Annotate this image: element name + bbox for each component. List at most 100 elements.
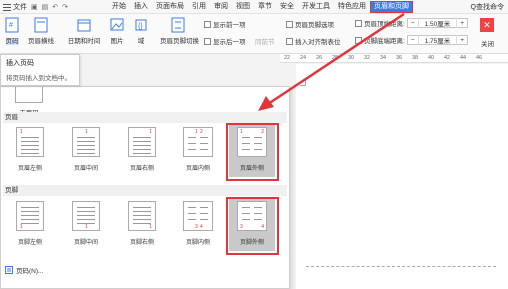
tooltip-title: 插入页码 xyxy=(6,60,34,67)
margin-corner xyxy=(300,80,306,86)
options-icon xyxy=(286,20,293,28)
ruler-mark: 36 xyxy=(396,55,403,61)
no-page-number-thumb xyxy=(15,87,43,103)
footer-right-option[interactable]: 1 页脚右侧 xyxy=(125,201,159,246)
footer-left-thumb: 1 xyxy=(16,201,44,231)
footer-bottom-distance-stepper[interactable]: − 1.75厘米 + xyxy=(406,35,469,45)
insert-align-tab-button[interactable]: 插入对齐制表位 xyxy=(286,36,341,46)
ruler-mark: 38 xyxy=(412,55,419,61)
tab-sections[interactable]: 章节 xyxy=(254,0,276,14)
switch-header-footer-button[interactable]: 页眉页脚切换 xyxy=(160,17,199,45)
ruler-mark: 40 xyxy=(428,55,435,61)
page-number-dropdown: 无页码 页眉 1 页眉左侧 1 页眉中间 1 页眉右侧 1 2 页眉内侧 xyxy=(0,86,290,289)
footer-left-option[interactable]: 1 页脚左侧 xyxy=(13,201,47,246)
decrease-icon[interactable]: − xyxy=(408,37,418,44)
align-tab-icon xyxy=(286,37,293,45)
page-number-more-button[interactable]: 页码(N)... xyxy=(5,265,43,275)
tooltip: 插入页码 将页码插入到文档中。 xyxy=(0,54,80,86)
tab-review[interactable]: 审阅 xyxy=(210,0,232,14)
footer-right-thumb: 1 xyxy=(128,201,156,231)
picture-icon xyxy=(110,18,124,31)
ruler-mark: 44 xyxy=(460,55,467,61)
header-distance-icon xyxy=(355,19,362,27)
field-icon: {} xyxy=(135,19,147,31)
footer-bottom-distance-value[interactable]: 1.75厘米 xyxy=(417,35,458,45)
field-button[interactable]: {} 域 xyxy=(134,17,148,45)
picture-button[interactable]: 图片 xyxy=(106,17,128,45)
date-time-button[interactable]: 日期和时间 xyxy=(66,17,102,45)
header-inside-thumb: 1 2 xyxy=(183,127,213,157)
header-right-option[interactable]: 1 页眉右侧 xyxy=(125,127,159,172)
tab-features[interactable]: 特色应用 xyxy=(334,0,370,14)
header-center-option[interactable]: 1 页眉中间 xyxy=(69,127,103,172)
tab-references[interactable]: 引用 xyxy=(188,0,210,14)
show-next-button[interactable]: 显示后一项 xyxy=(204,36,246,46)
tab-insert[interactable]: 插入 xyxy=(130,0,152,14)
header-left-thumb: 1 xyxy=(16,127,44,157)
close-button[interactable]: 关闭 xyxy=(481,38,494,48)
tab-security[interactable]: 安全 xyxy=(276,0,298,14)
ruler-mark: 34 xyxy=(380,55,387,61)
header-footer-options-button[interactable]: 页眉页脚选项 xyxy=(286,19,334,29)
header-top-distance-stepper[interactable]: − 1.50厘米 + xyxy=(406,18,469,28)
header-right-thumb: 1 xyxy=(128,127,156,157)
header-line-button[interactable]: 页眉横线 xyxy=(26,17,56,45)
page-number-icon: # xyxy=(5,17,19,33)
same-as-prev-button[interactable]: 同前节 xyxy=(255,36,275,46)
svg-text:#: # xyxy=(9,22,13,29)
svg-text:{}: {} xyxy=(138,23,143,30)
tab-page-layout[interactable]: 页面布局 xyxy=(152,0,188,14)
footer-outside-highlight xyxy=(226,197,279,255)
show-prev-icon xyxy=(204,20,211,28)
ruler-mark: 46 xyxy=(476,55,483,61)
header-top-distance: 页眉顶端距离: − 1.50厘米 + xyxy=(355,18,469,28)
page-number-dialog-icon xyxy=(5,266,13,274)
footer-section-title: 页脚 xyxy=(3,185,287,196)
ruler-mark: 32 xyxy=(364,55,371,61)
show-prev-button[interactable]: 显示前一项 xyxy=(204,19,246,29)
footer-center-thumb: 1 xyxy=(72,201,100,231)
header-section-title: 页眉 xyxy=(3,112,287,123)
footer-center-option[interactable]: 1 页脚中间 xyxy=(69,201,103,246)
switch-icon xyxy=(171,17,185,33)
search-command[interactable]: Q查找命令 xyxy=(471,2,504,12)
print-icon[interactable]: ▤ xyxy=(42,3,49,11)
tab-home[interactable]: 开始 xyxy=(108,0,130,14)
calendar-icon xyxy=(77,19,91,32)
show-next-icon xyxy=(204,37,211,45)
save-icon[interactable]: ▣ xyxy=(31,3,38,11)
document-page[interactable] xyxy=(296,64,508,289)
quick-access: ▣ ▤ ↶ ↷ xyxy=(31,3,68,11)
increase-icon[interactable]: + xyxy=(457,37,467,44)
tab-view[interactable]: 视图 xyxy=(232,0,254,14)
file-label: 文件 xyxy=(13,3,27,11)
header-inside-option[interactable]: 1 2 页眉内侧 xyxy=(181,127,215,172)
tab-header-footer[interactable]: 页眉和页脚 xyxy=(370,0,413,13)
tab-developer[interactable]: 开发工具 xyxy=(298,0,334,14)
page-number-button[interactable]: # 页码 xyxy=(2,17,22,45)
header-center-thumb: 1 xyxy=(72,127,100,157)
ruler-mark: 42 xyxy=(444,55,451,61)
increase-icon[interactable]: + xyxy=(457,20,467,27)
ruler-mark: 22 xyxy=(284,55,291,61)
decrease-icon[interactable]: − xyxy=(408,20,418,27)
header-top-distance-value[interactable]: 1.50厘米 xyxy=(417,18,458,28)
menu-icon xyxy=(3,3,11,11)
menu-bar: 文件 ▣ ▤ ↶ ↷ 开始 插入 页面布局 引用 审阅 视图 章节 安全 开发工… xyxy=(0,0,508,14)
footer-inside-thumb: 3 4 xyxy=(183,201,213,231)
header-outside-highlight xyxy=(226,123,279,181)
header-left-option[interactable]: 1 页眉左侧 xyxy=(13,127,47,172)
footer-bottom-distance: 页脚底端距离: − 1.75厘米 + xyxy=(355,35,469,45)
footer-distance-icon xyxy=(355,36,362,44)
file-menu[interactable]: 文件 xyxy=(0,2,27,12)
undo-icon[interactable]: ↶ xyxy=(52,3,58,11)
redo-icon[interactable]: ↷ xyxy=(62,3,68,11)
ruler-mark: 24 xyxy=(300,55,307,61)
close-icon[interactable]: ✕ xyxy=(480,18,494,32)
header-line-icon xyxy=(34,17,48,33)
tooltip-desc: 将页码插入到文档中。 xyxy=(6,75,71,82)
footer-inside-option[interactable]: 3 4 页脚内侧 xyxy=(181,201,215,246)
ruler-mark: 28 xyxy=(332,55,339,61)
ribbon: # 页码 页眉横线 日期和时间 图片 {} 域 页眉页脚切换 显示前一项 显示后… xyxy=(0,14,508,54)
footer-boundary xyxy=(306,266,496,267)
